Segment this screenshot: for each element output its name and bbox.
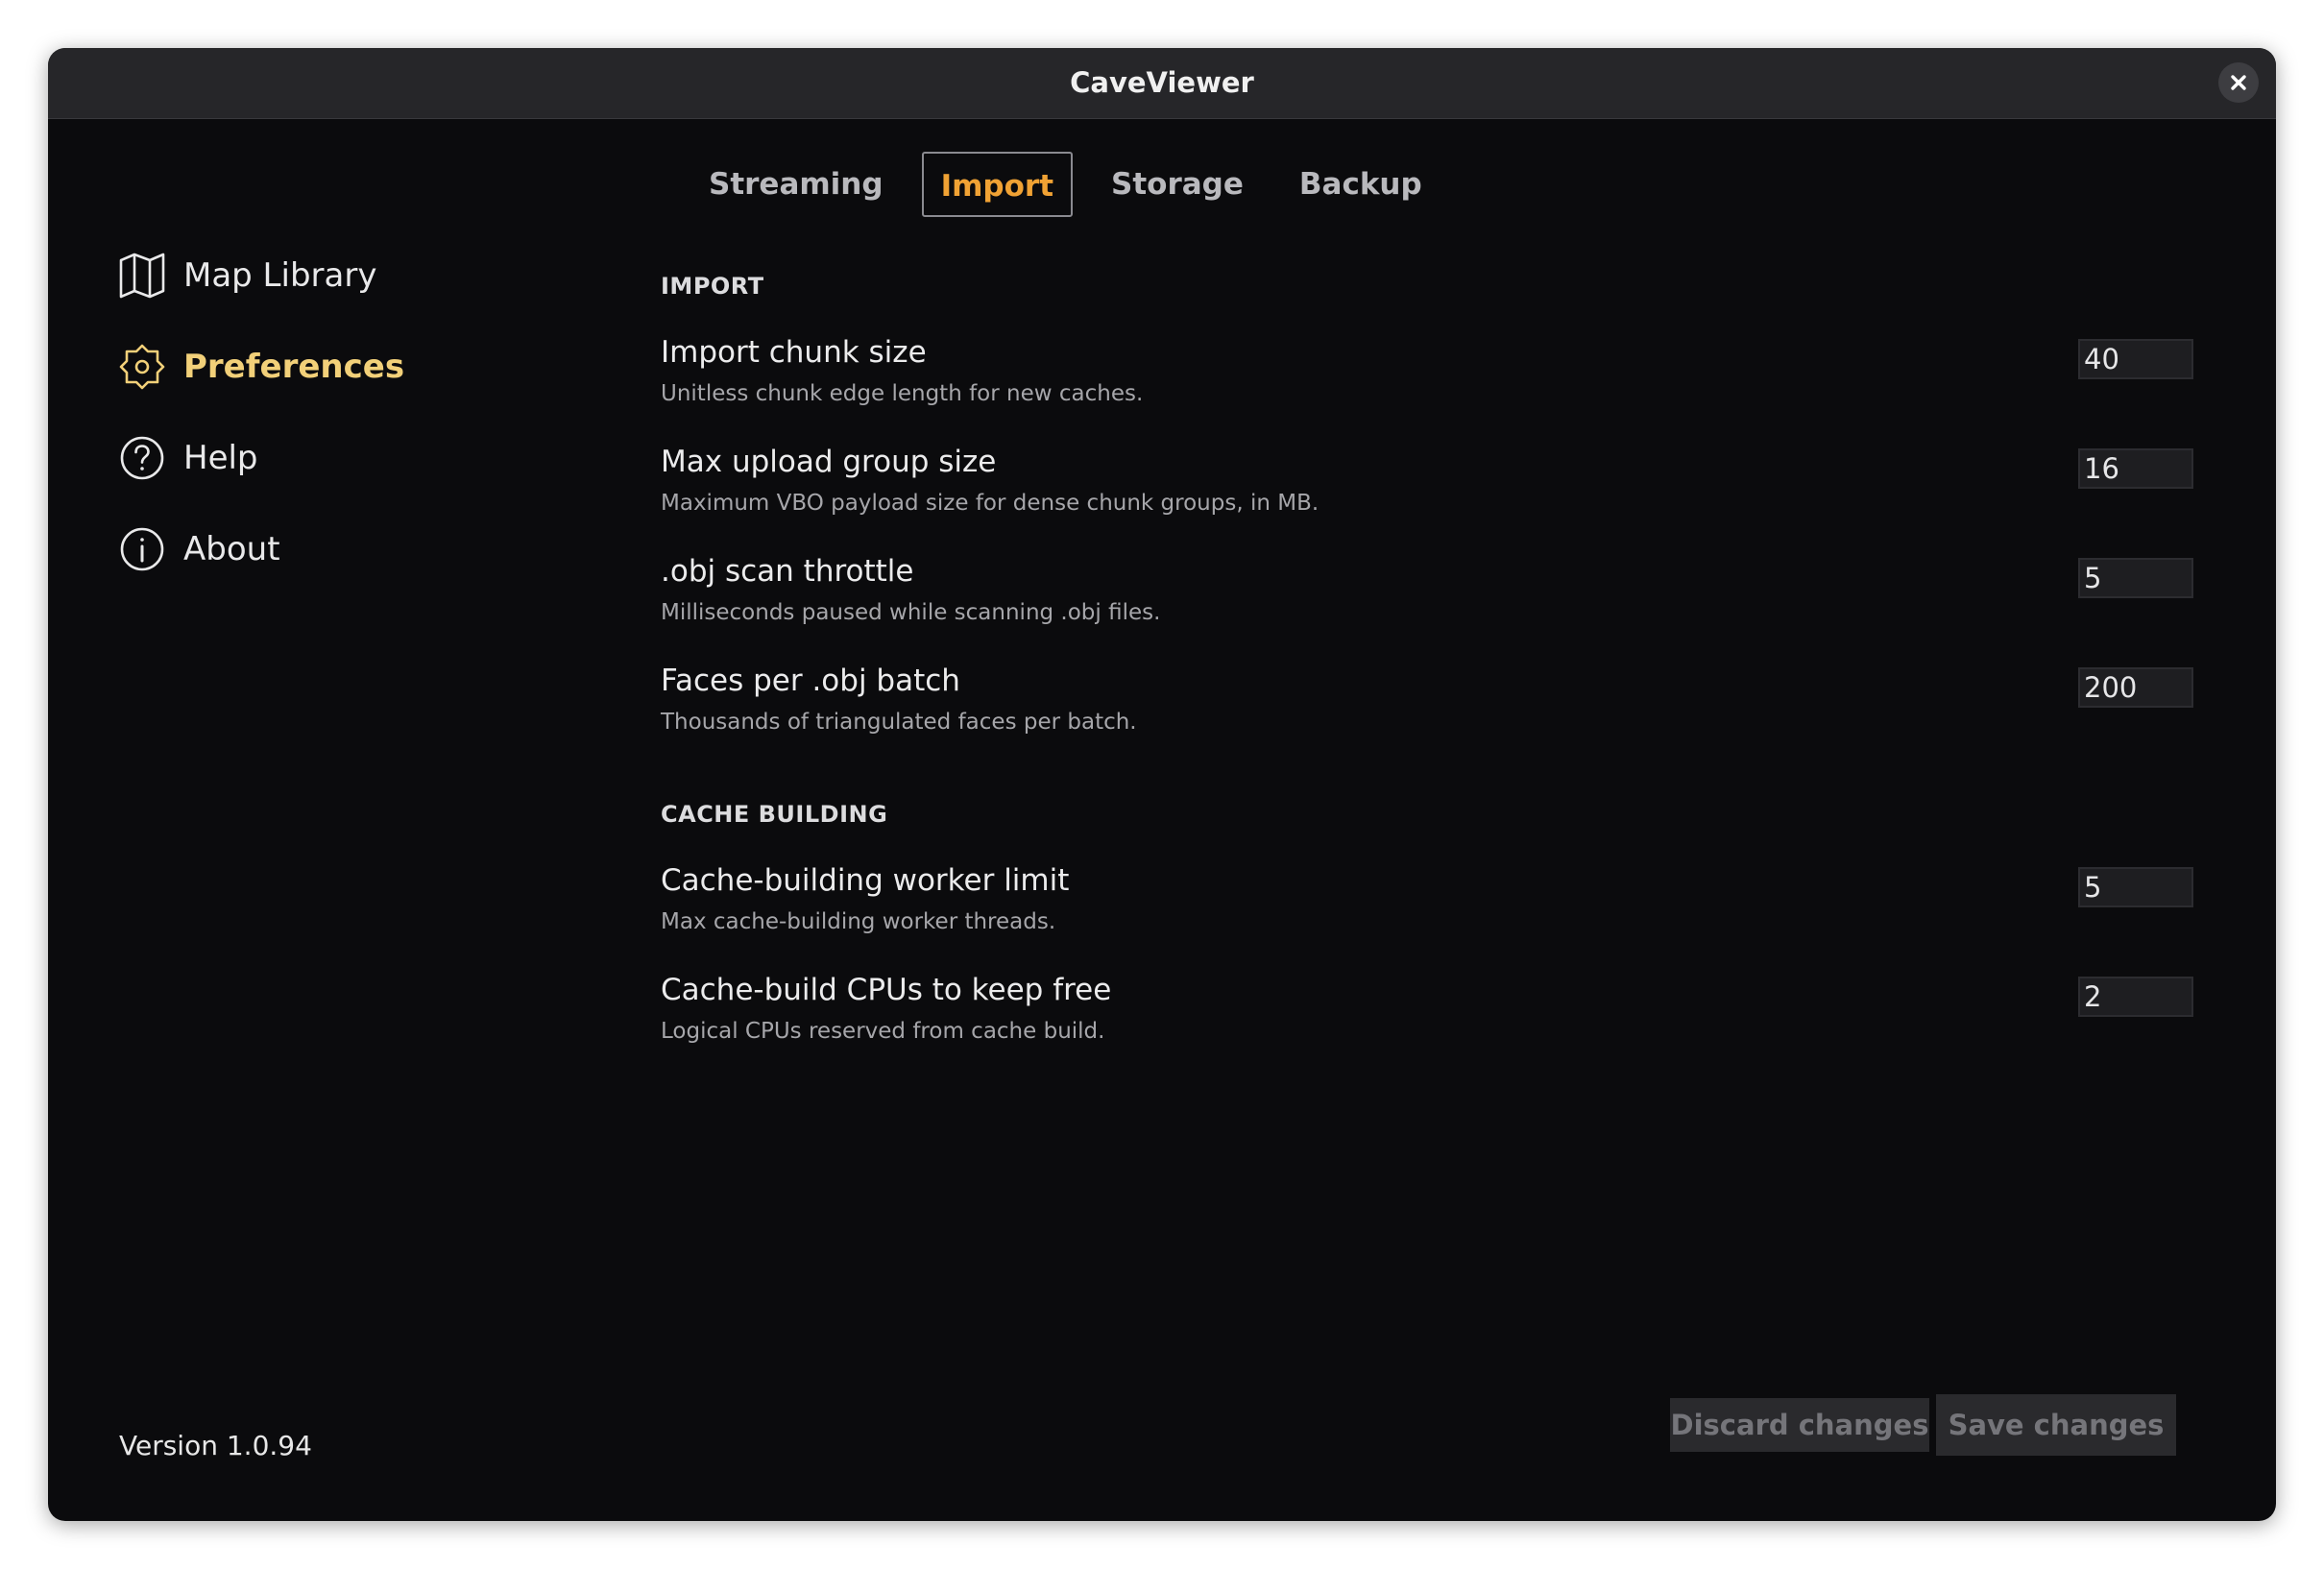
section-header-import: IMPORT <box>661 273 764 300</box>
setting-description: Thousands of triangulated faces per batc… <box>661 710 1137 735</box>
setting-label: Faces per .obj batch <box>661 664 960 698</box>
setting-obj-scan-throttle: .obj scan throttle Milliseconds paused w… <box>661 554 2197 660</box>
title-bar: CaveViewer <box>48 48 2276 119</box>
app-window: CaveViewer Map Library Preferences Help … <box>48 48 2276 1521</box>
sidebar-item-about[interactable]: About <box>118 522 280 576</box>
setting-description: Max cache-building worker threads. <box>661 909 1056 934</box>
save-changes-button[interactable]: Save changes <box>1936 1394 2176 1456</box>
faces-per-obj-batch-input[interactable] <box>2078 667 2193 708</box>
import-chunk-size-input[interactable] <box>2078 339 2193 379</box>
help-icon <box>118 434 166 482</box>
setting-label: Cache-build CPUs to keep free <box>661 973 1112 1007</box>
sidebar-item-label: About <box>183 530 280 568</box>
map-icon <box>118 252 166 300</box>
tab-import[interactable]: Import <box>921 152 1074 217</box>
setting-description: Unitless chunk edge length for new cache… <box>661 381 1144 406</box>
sidebar-item-label: Help <box>183 439 258 477</box>
setting-label: .obj scan throttle <box>661 554 914 589</box>
setting-faces-per-obj-batch: Faces per .obj batch Thousands of triang… <box>661 664 2197 769</box>
sidebar-item-label: Map Library <box>183 256 377 295</box>
tab-storage[interactable]: Storage <box>1094 152 1261 217</box>
sidebar-item-map-library[interactable]: Map Library <box>118 249 376 302</box>
setting-cache-build-cpus-free: Cache-build CPUs to keep free Logical CP… <box>661 973 2197 1078</box>
sidebar-item-preferences[interactable]: Preferences <box>118 340 404 394</box>
window-title: CaveViewer <box>1070 66 1254 99</box>
info-icon <box>118 525 166 573</box>
tab-backup[interactable]: Backup <box>1282 152 1440 217</box>
gear-icon <box>118 343 166 391</box>
close-button[interactable] <box>2218 62 2259 103</box>
cache-build-cpus-free-input[interactable] <box>2078 977 2193 1017</box>
setting-description: Maximum VBO payload size for dense chunk… <box>661 491 1319 516</box>
tab-bar: Streaming Import Storage Backup <box>691 151 1461 218</box>
section-header-cache-building: CACHE BUILDING <box>661 801 888 828</box>
max-upload-group-size-input[interactable] <box>2078 448 2193 489</box>
setting-label: Cache-building worker limit <box>661 863 1070 898</box>
sidebar-item-label: Preferences <box>183 348 405 386</box>
discard-changes-button[interactable]: Discard changes <box>1670 1398 1929 1452</box>
obj-scan-throttle-input[interactable] <box>2078 558 2193 598</box>
sidebar-item-help[interactable]: Help <box>118 431 258 485</box>
version-label: Version 1.0.94 <box>119 1430 312 1461</box>
setting-description: Milliseconds paused while scanning .obj … <box>661 600 1161 625</box>
setting-cache-building-worker-limit: Cache-building worker limit Max cache-bu… <box>661 863 2197 969</box>
setting-import-chunk-size: Import chunk size Unitless chunk edge le… <box>661 335 2197 441</box>
cache-building-worker-limit-input[interactable] <box>2078 867 2193 907</box>
setting-max-upload-group-size: Max upload group size Maximum VBO payloa… <box>661 445 2197 550</box>
tab-streaming[interactable]: Streaming <box>691 152 901 217</box>
setting-description: Logical CPUs reserved from cache build. <box>661 1019 1105 1044</box>
sidebar: Map Library Preferences Help About Versi… <box>48 118 586 1521</box>
close-icon <box>2231 75 2246 90</box>
setting-label: Max upload group size <box>661 445 997 479</box>
setting-label: Import chunk size <box>661 335 927 370</box>
